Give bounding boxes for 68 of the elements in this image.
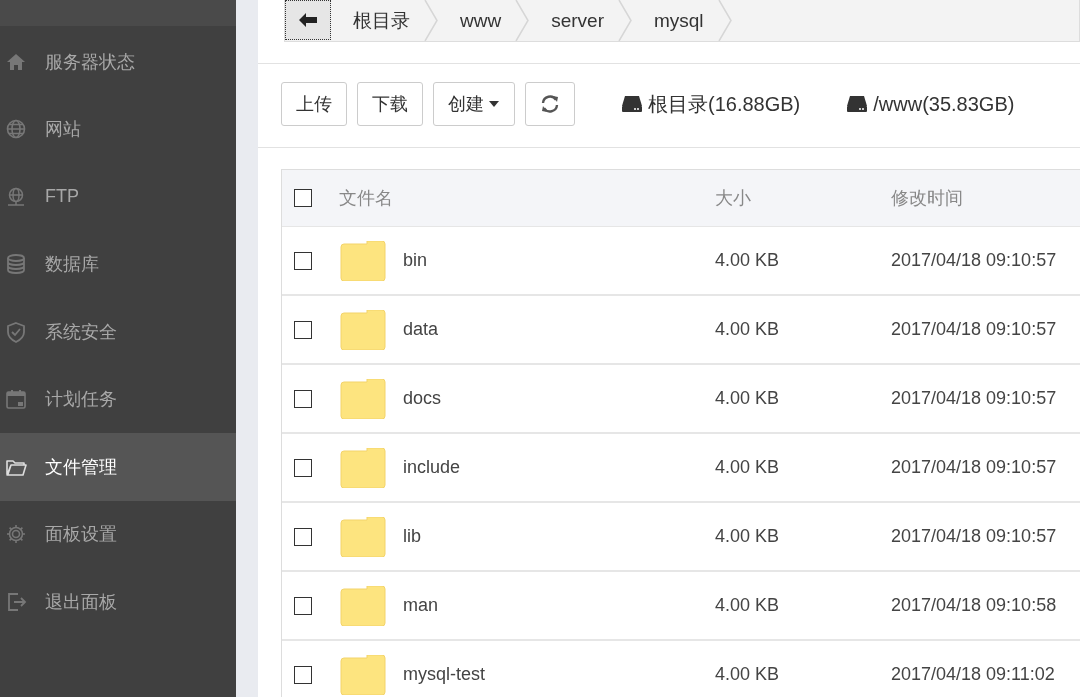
sidebar-item[interactable]: 计划任务 bbox=[0, 365, 236, 433]
sidebar-item[interactable]: 退出面板 bbox=[0, 568, 236, 636]
file-name[interactable]: lib bbox=[403, 526, 421, 547]
file-size: 4.00 KB bbox=[715, 664, 781, 685]
refresh-button[interactable] bbox=[525, 82, 575, 126]
modified-time: 2017/04/18 09:10:57 bbox=[891, 526, 1058, 547]
shield-check-icon bbox=[5, 320, 27, 343]
folder-icon bbox=[339, 516, 387, 557]
logout-icon bbox=[5, 590, 27, 613]
checkbox[interactable] bbox=[294, 320, 312, 339]
breadcrumb-link[interactable]: server bbox=[529, 9, 618, 32]
breadcrumb-link[interactable]: www bbox=[438, 9, 516, 32]
modified-time: 2017/04/18 09:10:58 bbox=[891, 595, 1058, 616]
modified-time: 2017/04/18 09:10:57 bbox=[891, 319, 1058, 340]
file-name[interactable]: bin bbox=[403, 250, 428, 271]
file-size: 4.00 KB bbox=[715, 526, 781, 547]
checkbox[interactable] bbox=[294, 665, 312, 684]
sidebar-item[interactable]: 系统安全 bbox=[0, 298, 236, 366]
breadcrumb-link[interactable]: 根目录 bbox=[331, 7, 424, 34]
sidebar-item[interactable]: FTP bbox=[0, 163, 236, 231]
file-name[interactable]: mysql-test bbox=[403, 664, 485, 685]
modified-time: 2017/04/18 09:10:57 bbox=[891, 457, 1058, 478]
file-name[interactable]: include bbox=[403, 457, 461, 478]
checkbox[interactable] bbox=[294, 458, 312, 477]
folder-icon bbox=[339, 585, 387, 626]
globe-network-icon bbox=[5, 185, 27, 208]
hard-drive-icon bbox=[621, 95, 643, 113]
settings-icon bbox=[5, 523, 27, 546]
folder-icon bbox=[339, 240, 387, 281]
sidebar-item[interactable]: 数据库 bbox=[0, 230, 236, 298]
disk-usage-label[interactable]: /www(35.83GB) bbox=[873, 92, 1015, 116]
sidebar-item[interactable]: 服务器状态 bbox=[0, 28, 236, 96]
disk-usage-label[interactable]: 根目录(16.88GB) bbox=[648, 90, 801, 118]
checkbox[interactable] bbox=[294, 251, 312, 270]
file-size: 4.00 KB bbox=[715, 250, 781, 271]
file-size: 4.00 KB bbox=[715, 388, 781, 409]
caret-icon bbox=[488, 100, 500, 108]
folder-icon bbox=[339, 378, 387, 419]
file-size: 4.00 KB bbox=[715, 595, 781, 616]
database-icon bbox=[5, 253, 27, 276]
modified-time: 2017/04/18 09:11:02 bbox=[891, 664, 1056, 685]
file-name[interactable]: docs bbox=[403, 388, 442, 409]
dropdown-button[interactable]: 创建 bbox=[433, 82, 515, 126]
sidebar-item[interactable]: 文件管理 bbox=[0, 433, 236, 501]
breadcrumb-link[interactable]: mysql bbox=[631, 9, 718, 32]
globe-icon bbox=[5, 118, 27, 141]
modified-time: 2017/04/18 09:10:57 bbox=[891, 250, 1058, 271]
checkbox[interactable] bbox=[294, 596, 312, 615]
toolbar-button[interactable]: 上传 bbox=[281, 82, 347, 126]
folder-icon bbox=[339, 654, 387, 695]
modified-time: 2017/04/18 09:10:57 bbox=[891, 388, 1058, 409]
hard-drive-icon bbox=[846, 95, 869, 113]
folder-icon bbox=[339, 309, 387, 350]
refresh-icon bbox=[540, 94, 560, 114]
toolbar-button[interactable]: 下载 bbox=[357, 82, 423, 126]
file-size: 4.00 KB bbox=[715, 319, 781, 340]
arrow-left-icon bbox=[299, 13, 317, 27]
file-size: 4.00 KB bbox=[715, 457, 781, 478]
folder-icon bbox=[339, 447, 387, 488]
sidebar-item[interactable]: 网站 bbox=[0, 95, 236, 163]
checkbox[interactable] bbox=[294, 389, 312, 408]
checkbox[interactable] bbox=[294, 189, 312, 207]
calendar-icon bbox=[5, 388, 27, 411]
checkbox[interactable] bbox=[294, 527, 312, 546]
back-button[interactable] bbox=[285, 0, 331, 40]
file-name[interactable]: data bbox=[403, 319, 439, 340]
sidebar-item[interactable]: 面板设置 bbox=[0, 500, 236, 568]
file-name[interactable]: man bbox=[403, 595, 438, 616]
